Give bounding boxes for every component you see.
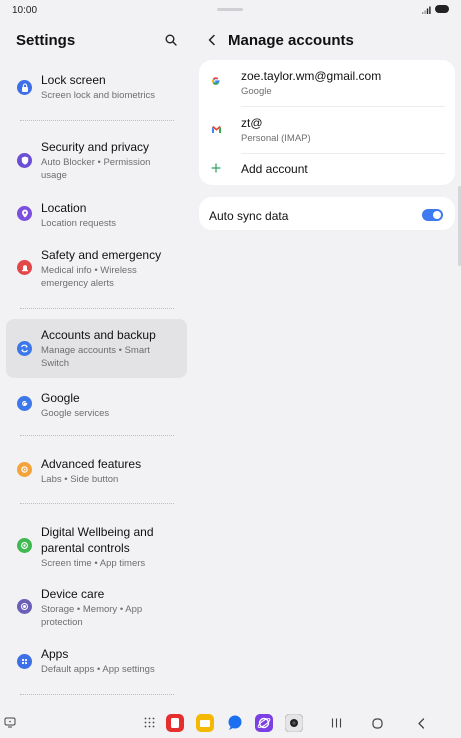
settings-item-digital-wellbeing[interactable]: Digital Wellbeing and parental controls … — [6, 518, 187, 574]
divider — [20, 120, 174, 121]
settings-item-subtitle: Screen lock and biometrics — [41, 90, 156, 101]
files-app-icon[interactable] — [196, 714, 214, 732]
divider — [20, 308, 174, 309]
account-type: Personal (IMAP) — [241, 133, 311, 144]
auto-sync-label: Auto sync data — [209, 209, 289, 223]
camera-app-icon[interactable] — [285, 714, 303, 732]
settings-item-subtitle: Labs • Side button — [41, 474, 119, 485]
settings-item-title: Accounts and backup — [41, 328, 156, 342]
device-care-icon — [17, 599, 32, 614]
settings-item-subtitle: Default apps • App settings — [41, 664, 155, 675]
flipboard-app-icon[interactable] — [166, 714, 184, 732]
google-icon — [17, 396, 32, 411]
status-time: 10:00 — [12, 5, 38, 16]
navigation-bar — [0, 708, 461, 738]
divider — [20, 694, 174, 695]
toggle-knob — [433, 211, 441, 219]
divider — [20, 503, 174, 504]
settings-item-title: Device care — [41, 587, 105, 601]
home-icon[interactable] — [372, 718, 383, 729]
manage-accounts-pane: Manage accounts zoe.taylor.wm@gmail.com … — [193, 22, 461, 708]
settings-item-title: Safety and emergency — [41, 248, 162, 262]
settings-item-title: Digital Wellbeing and parental controls — [41, 525, 154, 555]
settings-item-subtitle: Screen time • App timers — [41, 558, 146, 569]
settings-item-title: Advanced features — [41, 457, 142, 471]
drag-handle[interactable] — [217, 8, 243, 11]
settings-item-location[interactable]: Location Location requests — [6, 194, 187, 234]
account-row-google[interactable]: zoe.taylor.wm@gmail.com Google — [199, 60, 455, 106]
recent-apps-icon[interactable] — [331, 718, 342, 728]
sync-icon — [17, 341, 32, 356]
star-gear-icon — [17, 462, 32, 477]
location-pin-icon — [17, 206, 32, 221]
settings-item-subtitle: Manage accounts • Smart Switch — [41, 345, 150, 369]
settings-item-security-privacy[interactable]: Security and privacy Auto Blocker • Perm… — [6, 132, 187, 188]
keyboard-icon[interactable] — [4, 717, 16, 728]
shield-icon — [17, 153, 32, 168]
wellbeing-icon — [17, 538, 32, 553]
add-account-button[interactable]: Add account — [199, 154, 455, 185]
settings-item-title: Security and privacy — [41, 140, 150, 154]
search-icon[interactable] — [165, 34, 177, 46]
account-type: Google — [241, 86, 272, 97]
auto-sync-toggle[interactable] — [422, 209, 443, 221]
settings-item-accounts-backup[interactable]: Accounts and backup Manage accounts • Sm… — [6, 319, 187, 378]
settings-item-subtitle: Location requests — [41, 218, 116, 229]
add-account-label: Add account — [241, 162, 308, 176]
signal-icon — [422, 6, 431, 14]
settings-item-lock-screen[interactable]: Lock screen Screen lock and biometrics — [6, 64, 187, 110]
settings-item-subtitle: Google services — [41, 408, 110, 419]
emergency-icon — [17, 260, 32, 275]
battery-icon — [435, 5, 449, 13]
messages-app-icon[interactable] — [226, 714, 244, 732]
account-row-imap[interactable]: zt@ Personal (IMAP) — [199, 107, 455, 153]
settings-item-title: Google — [41, 391, 80, 405]
settings-item-title: Apps — [41, 647, 69, 661]
settings-item-advanced-features[interactable]: Advanced features Labs • Side button — [6, 450, 187, 490]
account-name: zt@ — [241, 116, 263, 130]
settings-item-device-care[interactable]: Device care Storage • Memory • App prote… — [6, 582, 187, 634]
settings-title: Settings — [16, 32, 76, 49]
back-arrow-icon[interactable] — [207, 34, 217, 46]
settings-item-subtitle: Auto Blocker • Permission usage — [41, 157, 151, 181]
app-drawer-icon[interactable] — [144, 717, 155, 728]
internet-app-icon[interactable] — [255, 714, 273, 732]
settings-item-title: Lock screen — [41, 73, 106, 87]
plus-icon — [211, 163, 221, 173]
back-nav-icon[interactable] — [417, 718, 426, 729]
accounts-card: zoe.taylor.wm@gmail.com Google zt@ Perso… — [199, 60, 455, 185]
lock-icon — [17, 80, 32, 95]
settings-item-subtitle: Storage • Memory • App protection — [41, 604, 143, 628]
settings-item-apps[interactable]: Apps Default apps • App settings — [6, 642, 187, 682]
settings-pane: Settings Lock screen Screen lock and bio… — [0, 22, 193, 708]
divider — [20, 435, 174, 436]
auto-sync-row[interactable]: Auto sync data — [199, 197, 455, 230]
settings-item-title: Location — [41, 201, 87, 215]
manage-accounts-title: Manage accounts — [228, 32, 354, 49]
status-bar: 10:00 — [0, 0, 461, 22]
settings-item-safety-emergency[interactable]: Safety and emergency Medical info • Wire… — [6, 240, 187, 296]
account-email: zoe.taylor.wm@gmail.com — [241, 69, 382, 83]
apps-grid-icon — [17, 654, 32, 669]
settings-item-subtitle: Medical info • Wireless emergency alerts — [41, 265, 137, 289]
settings-item-google[interactable]: Google Google services — [6, 384, 187, 424]
gmail-icon — [212, 125, 221, 133]
google-g-icon — [212, 77, 220, 85]
